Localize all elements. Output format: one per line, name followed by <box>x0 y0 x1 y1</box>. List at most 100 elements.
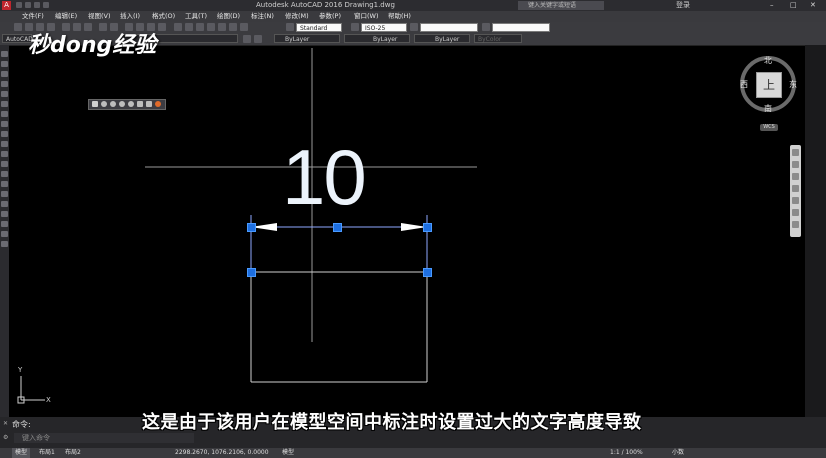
tab-layout1[interactable]: 布局1 <box>36 448 58 458</box>
dimension-text[interactable]: 10 <box>282 132 367 223</box>
polygon-icon[interactable] <box>1 81 8 87</box>
quick-access-icon[interactable] <box>43 2 49 8</box>
menu-item-edit[interactable]: 编辑(E) <box>55 11 77 22</box>
pan-icon[interactable] <box>792 161 799 168</box>
grip-dim-middle[interactable] <box>333 223 342 232</box>
multileader-style-select[interactable] <box>492 23 550 32</box>
title-bar: A Autodesk AutoCAD 2016 Drawing1.dwg 键入关… <box>0 0 826 11</box>
tab-layout2[interactable]: 布局2 <box>62 448 84 458</box>
viewcube-top-face[interactable]: 上 <box>756 72 782 98</box>
hatch-icon[interactable] <box>1 191 8 197</box>
design-center-icon[interactable] <box>185 23 193 31</box>
table-style-select[interactable] <box>420 23 478 32</box>
steering-wheel-icon[interactable] <box>792 149 799 156</box>
table-style-icon[interactable] <box>410 23 418 31</box>
menu-item-help[interactable]: 帮助(H) <box>388 11 411 22</box>
units-display[interactable]: 小数 <box>672 448 684 458</box>
polyline-icon[interactable] <box>1 71 8 77</box>
lineweight-select[interactable]: ByLayer <box>414 34 470 43</box>
mtext-icon[interactable] <box>1 231 8 237</box>
annotation-scale[interactable]: 1:1 / 100% <box>610 448 643 458</box>
table-icon[interactable] <box>1 221 8 227</box>
layer-previous-icon[interactable] <box>254 35 262 43</box>
compass-north[interactable]: 北 <box>764 55 772 66</box>
drawing-canvas[interactable] <box>9 45 790 417</box>
gradient-icon[interactable] <box>1 201 8 207</box>
compass-south[interactable]: 南 <box>764 103 772 114</box>
tab-model[interactable]: 模型 <box>12 448 31 458</box>
ellipse-arc-icon[interactable] <box>1 151 8 157</box>
dim-style-select[interactable]: ISO-25 <box>361 23 407 32</box>
calculator-icon[interactable] <box>229 23 237 31</box>
tool-palettes-icon[interactable] <box>196 23 204 31</box>
construction-line-icon[interactable] <box>1 61 8 67</box>
multileader-style-icon[interactable] <box>482 23 490 31</box>
menu-item-draw[interactable]: 绘图(D) <box>217 11 240 22</box>
circle-icon[interactable] <box>1 111 8 117</box>
minimize-button[interactable]: – <box>770 0 774 11</box>
menu-item-modify[interactable]: 修改(M) <box>285 11 309 22</box>
app-logo[interactable]: A <box>2 1 11 10</box>
text-style-select[interactable]: Standard <box>296 23 342 32</box>
rectangle-icon[interactable] <box>1 91 8 97</box>
menu-item-format[interactable]: 格式(O) <box>152 11 175 22</box>
right-panel-edge <box>805 45 826 417</box>
maximize-button[interactable]: □ <box>790 0 797 11</box>
grip-dim-right[interactable] <box>423 223 432 232</box>
menu-item-parametric[interactable]: 参数(P) <box>319 11 341 22</box>
menu-item-file[interactable]: 文件(F) <box>22 11 44 22</box>
quick-access-icon[interactable] <box>34 2 40 8</box>
compass-west[interactable]: 西 <box>740 79 748 90</box>
make-block-icon[interactable] <box>1 171 8 177</box>
properties-icon[interactable] <box>174 23 182 31</box>
menu-item-tools[interactable]: 工具(T) <box>185 11 207 22</box>
command-close-icon[interactable]: ✕ <box>3 420 8 427</box>
model-space-button[interactable]: 模型 <box>282 448 294 458</box>
orbit-free-icon[interactable] <box>792 221 799 228</box>
line-icon[interactable] <box>1 51 8 57</box>
revision-cloud-icon[interactable] <box>1 121 8 127</box>
draw-toolbar <box>0 45 9 417</box>
new-icon[interactable] <box>14 23 22 31</box>
region-icon[interactable] <box>1 211 8 217</box>
text-style-icon[interactable] <box>286 23 294 31</box>
menu-item-view[interactable]: 视图(V) <box>88 11 111 22</box>
zoom-previous-icon[interactable] <box>158 23 166 31</box>
plot-style-select[interactable]: ByColor <box>474 34 522 43</box>
wcs-menu[interactable]: WCS <box>760 124 778 131</box>
color-select[interactable]: ByLayer <box>274 34 340 43</box>
zoom-realtime-icon[interactable] <box>792 209 799 216</box>
navigation-bar <box>790 145 801 237</box>
grip-dim-left[interactable] <box>247 223 256 232</box>
close-button[interactable]: ✕ <box>810 0 816 11</box>
showmotion-icon[interactable] <box>792 197 799 204</box>
grip-ext-right[interactable] <box>423 268 432 277</box>
grip-ext-left[interactable] <box>247 268 256 277</box>
menu-item-insert[interactable]: 插入(I) <box>120 11 140 22</box>
arc-icon[interactable] <box>1 101 8 107</box>
ucs-y-label: Y <box>18 366 23 374</box>
search-input[interactable]: 键入关键字或短语 <box>518 1 604 10</box>
orbit-icon[interactable] <box>792 185 799 192</box>
quick-access-icon[interactable] <box>25 2 31 8</box>
video-subtitle: 这是由于该用户在模型空间中标注时设置过大的文字高度导致 <box>142 412 642 433</box>
help-icon[interactable] <box>240 23 248 31</box>
quick-access-icon[interactable] <box>16 2 22 8</box>
markup-icon[interactable] <box>218 23 226 31</box>
point-icon[interactable] <box>1 181 8 187</box>
command-input[interactable]: 键入命令 <box>14 433 194 443</box>
compass-east[interactable]: 东 <box>789 79 797 90</box>
dim-style-icon[interactable] <box>351 23 359 31</box>
command-settings-icon[interactable]: ⚙ <box>3 434 8 441</box>
spline-icon[interactable] <box>1 131 8 137</box>
zoom-extents-icon[interactable] <box>792 173 799 180</box>
menu-item-window[interactable]: 窗口(W) <box>354 11 379 22</box>
insert-block-icon[interactable] <box>1 161 8 167</box>
menu-item-dimension[interactable]: 标注(N) <box>251 11 274 22</box>
layer-state-icon[interactable] <box>243 35 251 43</box>
sheet-set-icon[interactable] <box>207 23 215 31</box>
login-link[interactable]: 登录 <box>676 0 690 11</box>
linetype-select[interactable]: ByLayer <box>344 34 410 43</box>
ellipse-icon[interactable] <box>1 141 8 147</box>
add-selected-icon[interactable] <box>1 241 8 247</box>
